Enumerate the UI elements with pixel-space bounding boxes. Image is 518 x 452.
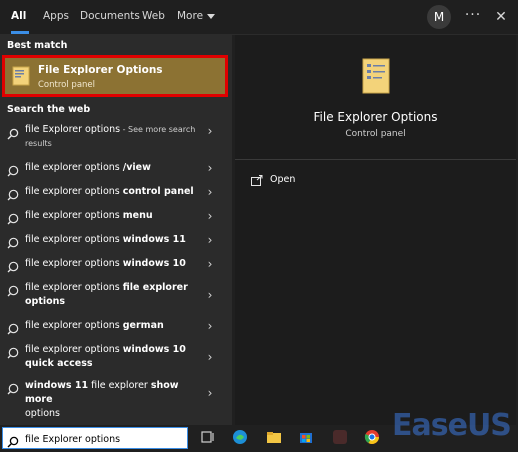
web-search-icon <box>7 162 19 177</box>
chevron-right-icon: › <box>207 233 213 247</box>
results-pane: Best match File Explorer Options Control… <box>0 35 232 425</box>
result-text-line2: options <box>25 408 60 419</box>
web-result-windows-11[interactable]: file explorer options windows 11 › <box>0 233 232 249</box>
web-result-menu[interactable]: file explorer options menu › <box>0 209 232 225</box>
search-icon <box>7 125 19 140</box>
best-match-title: File Explorer Options <box>38 64 163 76</box>
web-search-icon <box>7 210 19 225</box>
result-hint-line2: results <box>25 139 52 148</box>
result-bold-text: windows 11 <box>122 234 186 245</box>
chevron-right-icon: › <box>207 288 213 302</box>
result-text: file explorer options <box>25 258 123 269</box>
web-search-icon <box>7 258 19 273</box>
account-avatar[interactable]: M <box>427 5 451 29</box>
close-icon[interactable]: ✕ <box>490 6 512 28</box>
web-result-windows-10[interactable]: file explorer options windows 10 › <box>0 257 232 273</box>
best-match-subtitle: Control panel <box>38 80 96 90</box>
taskbar-search-box[interactable] <box>2 427 188 449</box>
result-bold-text: file explorer <box>122 282 188 293</box>
tab-documents[interactable]: Documents <box>80 0 140 34</box>
preview-subtitle: Control panel <box>345 129 406 139</box>
open-label: Open <box>270 174 296 185</box>
tab-more-label: More <box>177 10 204 22</box>
web-result-see-more[interactable]: file Explorer options - See more search r… <box>0 123 232 153</box>
folder-options-icon <box>360 57 392 99</box>
web-result-german[interactable]: file explorer options german › <box>0 319 232 335</box>
start-search-window: All Apps Documents Web More M ··· ✕ Best… <box>0 0 518 450</box>
store-icon[interactable] <box>298 429 314 445</box>
chevron-right-icon: › <box>207 124 213 138</box>
web-search-icon <box>7 186 19 201</box>
result-text: file explorer <box>88 380 151 391</box>
result-bold-text: /view <box>122 162 151 173</box>
edge-browser-icon[interactable] <box>232 429 248 445</box>
result-bold-text: windows 10 <box>122 258 186 269</box>
result-text: file explorer options <box>25 210 123 221</box>
open-icon <box>251 175 263 189</box>
more-options-icon[interactable]: ··· <box>462 6 484 28</box>
best-match-result[interactable]: File Explorer Options Control panel <box>2 55 228 97</box>
result-bold-text: control panel <box>122 186 194 197</box>
result-hint: - See more search <box>120 125 196 134</box>
watermark-logo: EaseUS <box>392 408 512 443</box>
folder-options-icon <box>11 65 31 91</box>
preview-title: File Explorer Options <box>313 110 438 124</box>
best-match-heading: Best match <box>7 40 68 51</box>
web-result-control-panel[interactable]: file explorer options control panel › <box>0 185 232 201</box>
web-result-windows-10-quick-access[interactable]: file explorer options windows 10 quick ac… <box>0 343 232 373</box>
chevron-down-icon <box>207 13 216 19</box>
result-text: file explorer options <box>25 162 123 173</box>
chevron-right-icon: › <box>207 185 213 199</box>
web-search-icon <box>7 234 19 249</box>
result-text: file Explorer options <box>25 124 121 135</box>
chevron-right-icon: › <box>207 386 213 400</box>
tab-apps[interactable]: Apps <box>43 0 69 34</box>
web-result-view[interactable]: file explorer options /view › <box>0 161 232 177</box>
chevron-right-icon: › <box>207 350 213 364</box>
web-result-file-explorer-options[interactable]: file explorer options file explorer optio… <box>0 281 232 311</box>
tab-web[interactable]: Web <box>142 0 165 34</box>
chevron-right-icon: › <box>207 257 213 271</box>
chevron-right-icon: › <box>207 209 213 223</box>
tab-all[interactable]: All <box>11 0 29 34</box>
result-text: file explorer options <box>25 320 123 331</box>
tab-web-label: Web <box>142 10 165 22</box>
result-bold-text: menu <box>122 210 153 221</box>
result-text: file explorer options <box>25 282 123 293</box>
chevron-right-icon: › <box>207 161 213 175</box>
web-search-icon <box>7 344 19 359</box>
web-search-icon <box>7 380 19 395</box>
web-result-windows-11-show-more[interactable]: windows 11 file explorer show more option… <box>0 379 232 419</box>
result-bold-text-line2: quick access <box>25 358 93 369</box>
web-search-icon <box>7 282 19 297</box>
file-explorer-icon[interactable] <box>266 429 282 445</box>
preview-pane: File Explorer Options Control panel Open <box>235 35 516 425</box>
result-bold-text-line2: options <box>25 296 66 307</box>
chrome-icon[interactable] <box>364 429 380 445</box>
result-bold-text: windows 11 <box>25 380 89 391</box>
chevron-right-icon: › <box>207 319 213 333</box>
tab-documents-label: Documents <box>80 10 140 22</box>
app-icon[interactable] <box>332 429 348 445</box>
tab-more[interactable]: More <box>177 0 216 34</box>
result-bold-text: german <box>122 320 164 331</box>
divider <box>235 159 516 160</box>
result-bold-text: windows 10 <box>122 344 186 355</box>
result-text: file explorer options <box>25 186 123 197</box>
result-text: file explorer options <box>25 344 123 355</box>
tab-all-label: All <box>11 10 27 22</box>
search-web-heading: Search the web <box>7 104 91 115</box>
search-icon <box>7 433 19 452</box>
search-input[interactable] <box>23 430 187 448</box>
tab-apps-label: Apps <box>43 10 69 22</box>
result-text: file explorer options <box>25 234 123 245</box>
web-search-icon <box>7 320 19 335</box>
search-filter-bar: All Apps Documents Web More M ··· ✕ <box>0 0 518 35</box>
task-view-icon[interactable] <box>200 429 216 445</box>
